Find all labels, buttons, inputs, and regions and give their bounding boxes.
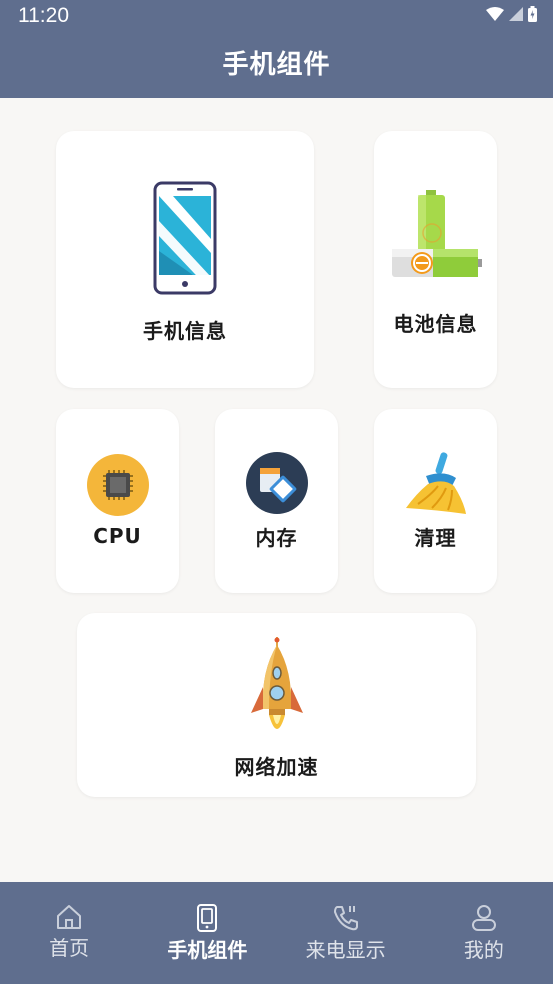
page-title: 手机组件 [222,50,331,80]
battery-info-card[interactable]: 电池信息 [374,131,497,388]
memory-label: 内存 [255,525,298,550]
clean-label: 清理 [414,525,457,550]
smartphone-icon [153,181,217,295]
phone-icon [197,904,218,932]
bottom-nav: 首页 手机组件 来电显示 我的 [0,882,553,984]
status-time: 11:20 [18,4,69,27]
network-boost-card[interactable]: 网络加速 [77,613,476,797]
app-header: 11:20 手机组件 [0,0,553,98]
rocket-icon [250,636,303,729]
cpu-chip-icon [86,454,149,516]
broom-icon [405,451,466,514]
cpu-card[interactable]: CPU [56,409,179,593]
memory-card-icon [245,451,308,514]
home-icon [57,905,82,929]
battery-info-label: 电池信息 [393,312,478,336]
network-boost-label: 网络加速 [234,754,319,779]
nav-label-phone-components: 手机组件 [167,938,248,962]
wifi-icon [486,7,504,21]
battery-icon [391,190,482,277]
memory-card[interactable]: 内存 [215,409,338,593]
nav-label-caller-id: 来电显示 [305,938,386,962]
battery-status-icon [528,6,537,22]
incoming-call-icon [333,906,358,931]
phone-info-card[interactable]: 手机信息 [56,131,314,388]
cpu-label: CPU [93,524,142,548]
cell-signal-icon [509,7,523,21]
nav-label-home: 首页 [49,936,90,960]
clean-card[interactable]: 清理 [374,409,497,593]
nav-item-caller-id[interactable]: 来电显示 [277,882,415,984]
user-icon [471,905,496,931]
nav-item-mine[interactable]: 我的 [415,882,553,984]
nav-label-mine: 我的 [463,938,504,962]
status-icons [486,6,537,22]
phone-info-label: 手机信息 [143,319,227,343]
nav-item-phone-components[interactable]: 手机组件 [138,882,276,984]
nav-item-home[interactable]: 首页 [0,882,138,984]
